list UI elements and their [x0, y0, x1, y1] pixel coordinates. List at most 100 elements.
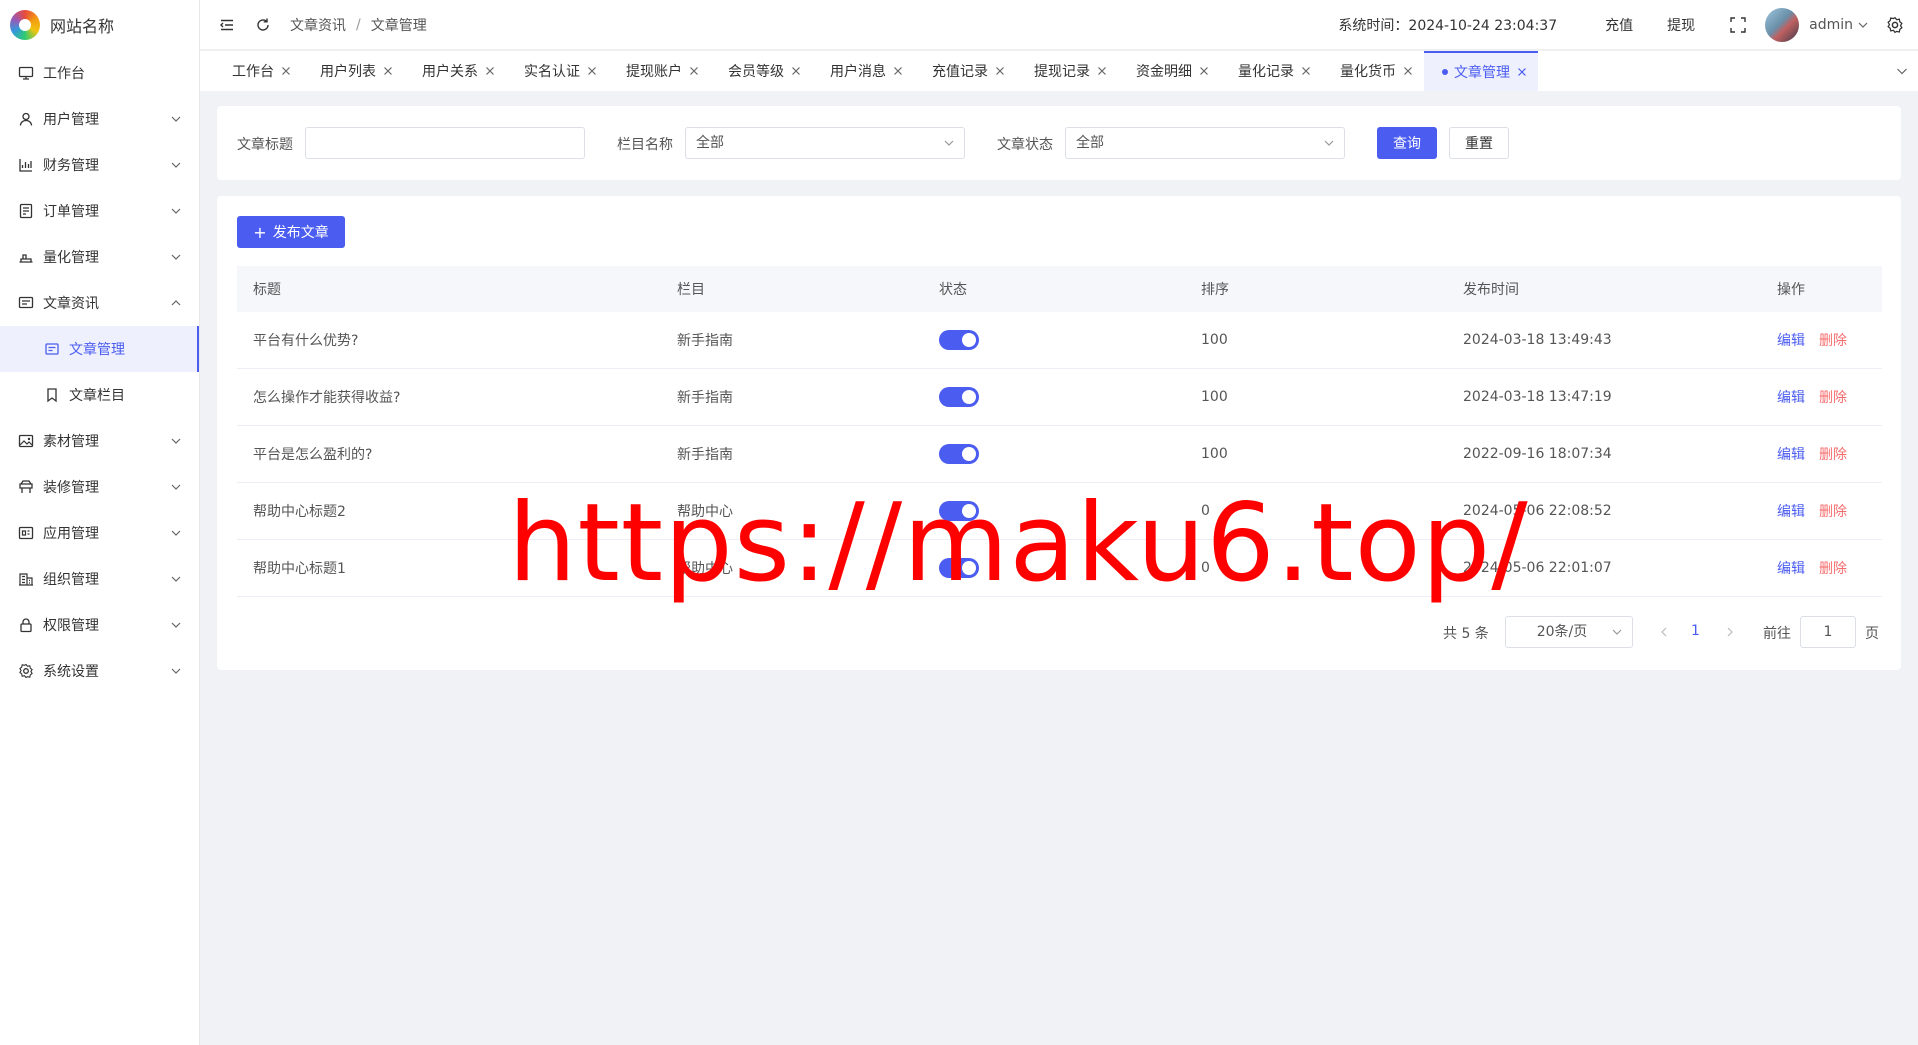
tab-article-manage[interactable]: 文章管理 [1424, 51, 1538, 91]
tab-workbench[interactable]: 工作台 [214, 51, 302, 91]
sidebar-item-material[interactable]: 素材管理 [0, 418, 199, 464]
fullscreen-icon[interactable] [1729, 16, 1747, 34]
publish-article-button[interactable]: + 发布文章 [237, 216, 345, 248]
refresh-icon[interactable] [254, 16, 272, 34]
chevron-down-icon [171, 208, 181, 214]
delete-link[interactable]: 删除 [1819, 447, 1847, 463]
breadcrumb-separator: / [356, 16, 361, 33]
delete-link[interactable]: 删除 [1819, 504, 1847, 520]
status-label: 文章状态 [997, 137, 1053, 153]
close-icon[interactable] [484, 65, 496, 77]
tab-user-relation[interactable]: 用户关系 [404, 51, 506, 91]
delete-link[interactable]: 删除 [1819, 390, 1847, 406]
edit-link[interactable]: 编辑 [1777, 447, 1805, 463]
tab-user-list[interactable]: 用户列表 [302, 51, 404, 91]
tab-fund-detail[interactable]: 资金明细 [1118, 51, 1220, 91]
close-icon[interactable] [1198, 65, 1210, 77]
delete-link[interactable]: 删除 [1819, 561, 1847, 577]
sidebar-item-workbench[interactable]: 工作台 [0, 50, 199, 96]
tab-label: 文章管理 [1454, 65, 1510, 81]
logo[interactable]: 网站名称 [0, 0, 199, 50]
sidebar-item-users[interactable]: 用户管理 [0, 96, 199, 142]
cell-column: 新手指南 [677, 447, 733, 463]
sidebar-item-finance[interactable]: 财务管理 [0, 142, 199, 188]
column-select[interactable]: 全部 [685, 127, 965, 159]
sidebar-item-permission[interactable]: 权限管理 [0, 602, 199, 648]
edit-link[interactable]: 编辑 [1777, 390, 1805, 406]
chevron-down-icon [171, 116, 181, 122]
sidebar-item-settings[interactable]: 系统设置 [0, 648, 199, 694]
settings-gear-icon[interactable] [1886, 16, 1904, 34]
tab-user-message[interactable]: 用户消息 [812, 51, 914, 91]
status-select[interactable]: 全部 [1065, 127, 1345, 159]
sidebar-item-quant[interactable]: 量化管理 [0, 234, 199, 280]
menu-fold-icon[interactable] [218, 16, 236, 34]
edit-link[interactable]: 编辑 [1777, 333, 1805, 349]
avatar[interactable] [1765, 8, 1800, 42]
reset-button[interactable]: 重置 [1449, 127, 1509, 159]
goto-page-input[interactable]: 1 [1800, 616, 1856, 648]
chevron-down-icon [1858, 22, 1868, 28]
breadcrumb-item[interactable]: 文章资讯 [290, 15, 346, 35]
recharge-link[interactable]: 充值 [1605, 15, 1633, 35]
sidebar-item-apps[interactable]: 应用管理 [0, 510, 199, 556]
tab-real-name[interactable]: 实名认证 [506, 51, 608, 91]
chevron-up-icon [171, 300, 181, 306]
cell-title: 平台是怎么盈利的? [253, 447, 373, 463]
close-icon[interactable] [1516, 66, 1528, 78]
status-toggle[interactable] [939, 330, 979, 350]
title-input[interactable] [305, 127, 585, 159]
cell-title: 帮助中心标题1 [253, 561, 346, 577]
close-icon[interactable] [1300, 65, 1312, 77]
sidebar-item-label: 用户管理 [43, 112, 99, 128]
sidebar-item-articles[interactable]: 文章资讯 [0, 280, 199, 326]
lock-icon [20, 618, 32, 633]
edit-link[interactable]: 编辑 [1777, 504, 1805, 520]
site-name: 网站名称 [50, 17, 115, 36]
sidebar-item-decor[interactable]: 装修管理 [0, 464, 199, 510]
sidebar-item-label: 订单管理 [43, 204, 99, 220]
close-icon[interactable] [280, 65, 292, 77]
sidebar-item-label: 工作台 [43, 66, 85, 82]
page-size-select[interactable]: 20条/页 [1505, 616, 1633, 648]
tab-withdraw-account[interactable]: 提现账户 [608, 51, 710, 91]
tab-quant-record[interactable]: 量化记录 [1220, 51, 1322, 91]
close-icon[interactable] [688, 65, 700, 77]
user-icon [19, 112, 33, 126]
tab-member-level[interactable]: 会员等级 [710, 51, 812, 91]
withdraw-link[interactable]: 提现 [1667, 15, 1695, 35]
order-icon [19, 203, 33, 219]
close-icon[interactable] [994, 65, 1006, 77]
watermark-text: https://maku6.top/ [508, 481, 1529, 606]
close-icon[interactable] [586, 65, 598, 77]
sidebar-item-article-column[interactable]: 文章栏目 [0, 372, 199, 418]
cell-title: 平台有什么优势? [253, 333, 359, 349]
prev-page-icon[interactable] [1659, 627, 1669, 637]
close-icon[interactable] [892, 65, 904, 77]
cell-time: 2024-03-18 13:47:19 [1463, 389, 1612, 405]
sidebar-item-article-manage[interactable]: 文章管理 [0, 326, 199, 372]
gear-icon [19, 663, 33, 679]
close-icon[interactable] [790, 65, 802, 77]
sidebar-item-org[interactable]: 组织管理 [0, 556, 199, 602]
status-toggle[interactable] [939, 444, 979, 464]
tab-recharge-record[interactable]: 充值记录 [914, 51, 1016, 91]
close-icon[interactable] [1402, 65, 1414, 77]
system-time: 系统时间：2024-10-24 23:04:37 [1338, 18, 1558, 34]
delete-link[interactable]: 删除 [1819, 333, 1847, 349]
tab-quant-currency[interactable]: 量化货币 [1322, 51, 1424, 91]
table-row: 怎么操作才能获得收益? 新手指南 100 2024-03-18 13:47:19… [237, 369, 1882, 426]
page-number-current[interactable]: 1 [1691, 623, 1700, 639]
monitor-icon [18, 66, 34, 80]
close-icon[interactable] [382, 65, 394, 77]
user-menu[interactable]: admin [1809, 17, 1868, 33]
status-toggle[interactable] [939, 387, 979, 407]
close-icon[interactable] [1096, 65, 1108, 77]
col-column: 栏目 [677, 282, 705, 298]
tab-withdraw-record[interactable]: 提现记录 [1016, 51, 1118, 91]
edit-link[interactable]: 编辑 [1777, 561, 1805, 577]
next-page-icon[interactable] [1725, 627, 1735, 637]
query-button[interactable]: 查询 [1377, 127, 1437, 159]
sidebar-item-orders[interactable]: 订单管理 [0, 188, 199, 234]
chevron-down-icon[interactable] [1896, 65, 1908, 77]
